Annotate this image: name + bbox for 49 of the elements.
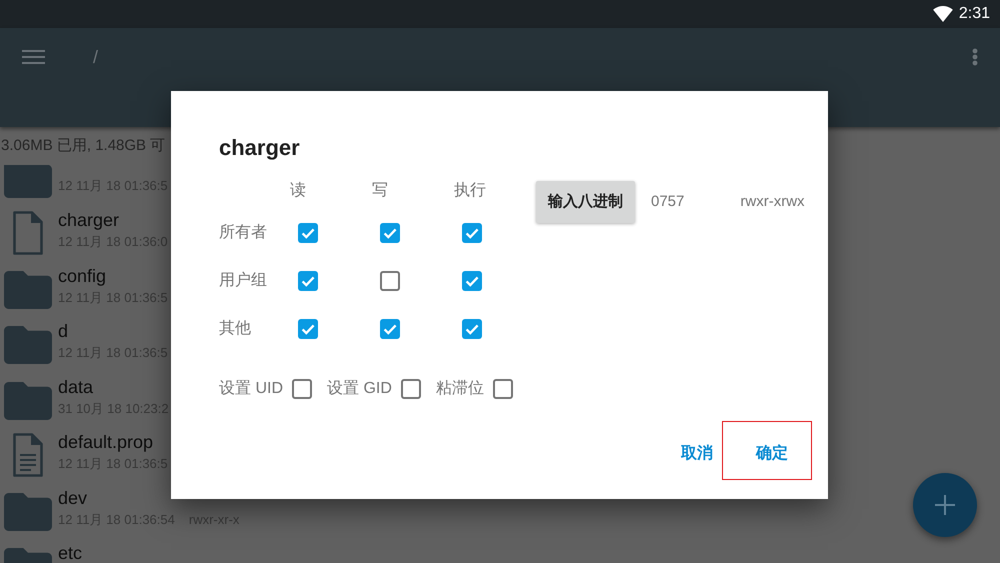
checkbox[interactable] bbox=[380, 319, 400, 339]
checkbox[interactable] bbox=[380, 223, 400, 243]
add-button[interactable] bbox=[913, 473, 977, 537]
checkbox[interactable] bbox=[298, 271, 318, 291]
file-name[interactable]: etc bbox=[58, 542, 82, 563]
file-name[interactable]: data bbox=[58, 376, 94, 398]
file-name[interactable]: charger bbox=[58, 209, 120, 231]
folder-icon bbox=[4, 165, 52, 198]
checkbox[interactable] bbox=[400, 379, 421, 399]
row-label: 其他 bbox=[219, 319, 251, 339]
column-header: 执行 bbox=[454, 181, 486, 201]
file-name[interactable]: default.prop bbox=[58, 431, 154, 453]
checkbox[interactable] bbox=[380, 271, 400, 291]
folder-icon bbox=[4, 382, 52, 420]
octal-value: 0757 bbox=[651, 192, 684, 212]
symbolic-permissions: rwxr-xrwx bbox=[740, 192, 805, 212]
flag-label: 设置 UID bbox=[219, 379, 283, 399]
checkbox[interactable] bbox=[298, 223, 318, 243]
folder-icon bbox=[4, 492, 52, 530]
column-header: 写 bbox=[372, 181, 388, 201]
checkbox[interactable] bbox=[462, 223, 482, 243]
document-icon bbox=[12, 432, 44, 478]
octal-input-button[interactable]: 输入八进制 bbox=[536, 181, 635, 223]
flag-label: 设置 GID bbox=[327, 379, 392, 399]
folder-icon bbox=[4, 326, 52, 364]
menu-icon[interactable] bbox=[22, 50, 45, 64]
dialog-title: charger bbox=[219, 134, 300, 162]
wifi-icon bbox=[932, 6, 953, 22]
row-label: 所有者 bbox=[219, 223, 267, 243]
file-icon bbox=[12, 210, 44, 256]
folder-icon bbox=[4, 270, 52, 308]
ok-button[interactable]: 确定 bbox=[740, 436, 804, 472]
path-title: / bbox=[93, 46, 98, 68]
checkbox[interactable] bbox=[462, 319, 482, 339]
plus-icon bbox=[934, 494, 956, 516]
checkbox[interactable] bbox=[292, 379, 312, 399]
flag-label: 粘滞位 bbox=[436, 379, 484, 399]
more-options-icon[interactable] bbox=[972, 48, 978, 66]
file-name[interactable]: d bbox=[58, 320, 68, 342]
checkbox[interactable] bbox=[462, 271, 482, 291]
file-name[interactable]: dev bbox=[58, 486, 88, 508]
storage-summary: 3.06MB 已用, 1.48GB 可 bbox=[1, 137, 166, 155]
clock-time: 2:31 bbox=[958, 4, 990, 24]
file-name[interactable]: config bbox=[58, 264, 106, 286]
cancel-button[interactable]: 取消 bbox=[665, 436, 729, 472]
checkbox[interactable] bbox=[492, 379, 513, 399]
checkbox[interactable] bbox=[298, 319, 318, 339]
column-header: 读 bbox=[290, 181, 306, 201]
row-label: 用户组 bbox=[219, 271, 267, 291]
